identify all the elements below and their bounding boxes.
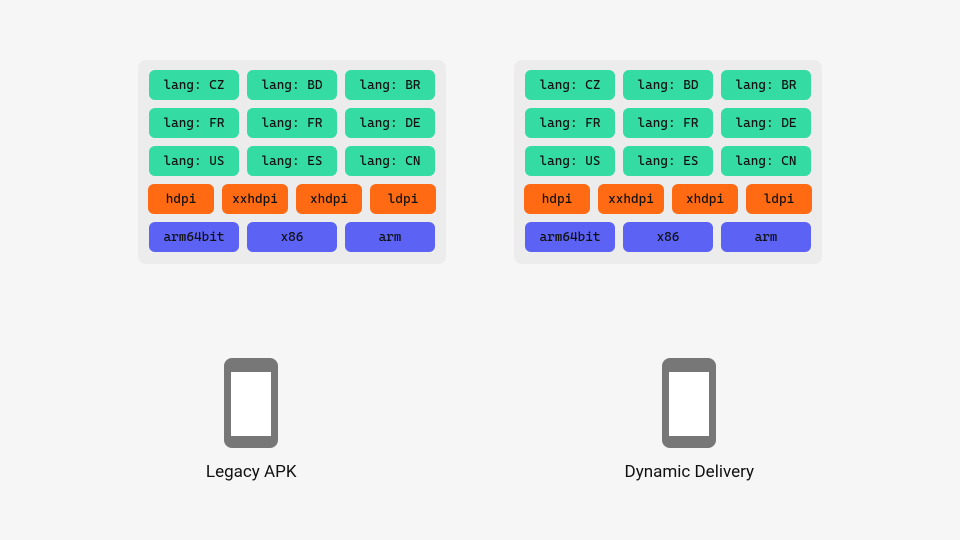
lang-chip: lang: BD [247, 70, 337, 100]
dpi-row: hdpi xxhdpi xhdpi ldpi [524, 184, 812, 214]
dpi-chip: xxhdpi [598, 184, 664, 214]
lang-chip: lang: FR [525, 108, 615, 138]
phone-icon [224, 358, 278, 448]
phone-label-legacy: Legacy APK [206, 462, 297, 482]
lang-row: lang: FR lang: FR lang: DE [148, 108, 436, 138]
dpi-chip: hdpi [148, 184, 214, 214]
panel-legacy: lang: CZ lang: BD lang: BR lang: FR lang… [138, 60, 446, 264]
dpi-row: hdpi xxhdpi xhdpi ldpi [148, 184, 436, 214]
lang-row: lang: US lang: ES lang: CN [524, 146, 812, 176]
lang-chip: lang: ES [247, 146, 337, 176]
panels-container: lang: CZ lang: BD lang: BR lang: FR lang… [0, 60, 960, 264]
arch-chip: x86 [247, 222, 337, 252]
arch-row: arm64bit x86 arm [148, 222, 436, 252]
dpi-chip: xxhdpi [222, 184, 288, 214]
lang-chip: lang: CN [721, 146, 811, 176]
arch-chip: arm [721, 222, 811, 252]
lang-chip: lang: ES [623, 146, 713, 176]
lang-chip: lang: US [525, 146, 615, 176]
arch-chip: arm64bit [149, 222, 239, 252]
arch-row: arm64bit x86 arm [524, 222, 812, 252]
lang-chip: lang: CZ [525, 70, 615, 100]
lang-chip: lang: FR [247, 108, 337, 138]
lang-row: lang: CZ lang: BD lang: BR [524, 70, 812, 100]
dpi-chip: xhdpi [296, 184, 362, 214]
lang-chip: lang: FR [149, 108, 239, 138]
dpi-chip: xhdpi [672, 184, 738, 214]
phone-block-legacy: Legacy APK [206, 358, 297, 482]
lang-chip: lang: DE [345, 108, 435, 138]
phone-block-dynamic: Dynamic Delivery [625, 358, 755, 482]
lang-chip: lang: BD [623, 70, 713, 100]
lang-row: lang: US lang: ES lang: CN [148, 146, 436, 176]
phone-icon [662, 358, 716, 448]
dpi-chip: ldpi [370, 184, 436, 214]
lang-chip: lang: FR [623, 108, 713, 138]
lang-chip: lang: US [149, 146, 239, 176]
arch-chip: x86 [623, 222, 713, 252]
dpi-chip: ldpi [746, 184, 812, 214]
panel-dynamic: lang: CZ lang: BD lang: BR lang: FR lang… [514, 60, 822, 264]
dpi-chip: hdpi [524, 184, 590, 214]
lang-row: lang: FR lang: FR lang: DE [524, 108, 812, 138]
lang-chip: lang: CN [345, 146, 435, 176]
phones-container: Legacy APK Dynamic Delivery [0, 358, 960, 482]
arch-chip: arm64bit [525, 222, 615, 252]
lang-row: lang: CZ lang: BD lang: BR [148, 70, 436, 100]
arch-chip: arm [345, 222, 435, 252]
lang-chip: lang: BR [721, 70, 811, 100]
lang-chip: lang: CZ [149, 70, 239, 100]
phone-label-dynamic: Dynamic Delivery [625, 462, 755, 482]
lang-chip: lang: DE [721, 108, 811, 138]
lang-chip: lang: BR [345, 70, 435, 100]
